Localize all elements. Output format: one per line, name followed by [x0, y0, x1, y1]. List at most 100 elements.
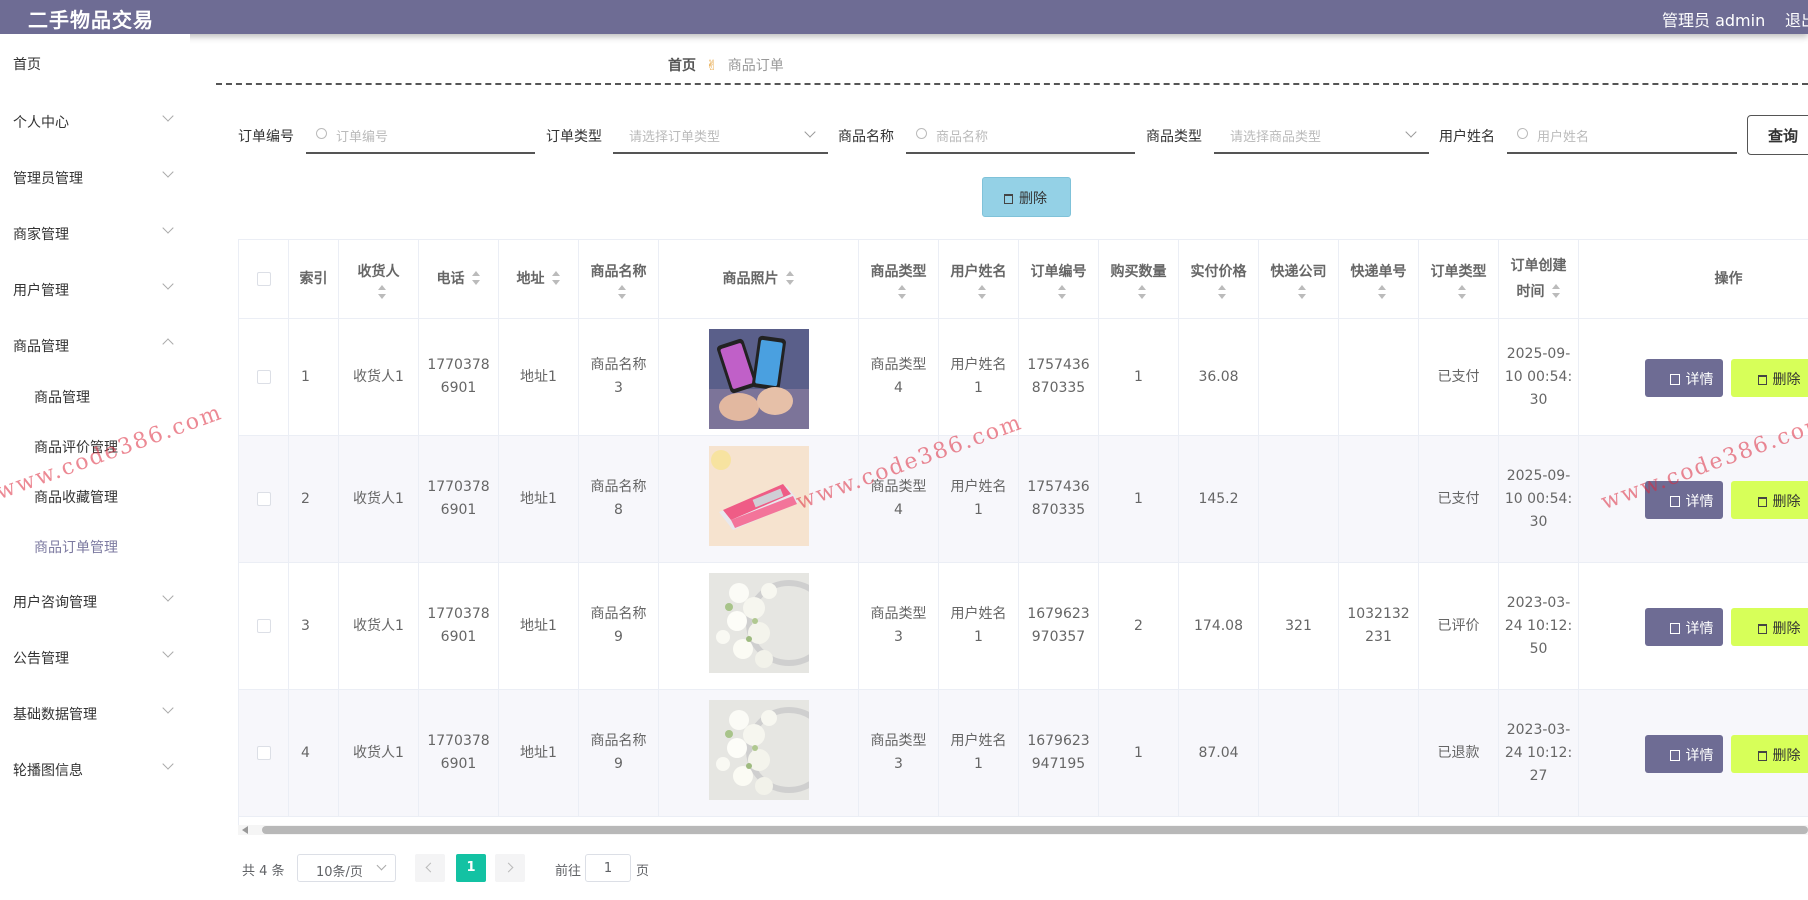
- cell-created: 2023-03- 24 10:12: 27: [1499, 690, 1579, 817]
- cell-tracking: [1339, 319, 1419, 436]
- sort-icon: [551, 271, 561, 285]
- prev-page-button[interactable]: [415, 854, 445, 882]
- checkbox[interactable]: [256, 619, 271, 633]
- cell-address: 地址1: [499, 563, 579, 690]
- delete-button[interactable]: 删除: [1731, 481, 1808, 519]
- detail-button[interactable]: 详情: [1645, 608, 1723, 646]
- sidebar-item-users[interactable]: 用户管理: [13, 280, 69, 300]
- sidebar-item-notices[interactable]: 公告管理: [13, 648, 69, 668]
- sidebar-subitem-favorites[interactable]: 商品收藏管理: [34, 487, 118, 507]
- cell-order-type: 已支付: [1419, 319, 1499, 436]
- header-photo[interactable]: 商品照片: [659, 240, 859, 319]
- delete-button[interactable]: 删除: [1731, 735, 1808, 773]
- breadcrumb-home[interactable]: 首页: [668, 58, 696, 74]
- chevron-down-icon: [162, 278, 174, 290]
- header-receiver[interactable]: 收货人: [339, 240, 419, 319]
- query-button[interactable]: 查询: [1747, 115, 1808, 155]
- page-size-select[interactable]: 10条/页: [297, 854, 396, 882]
- user-name-label: 用户姓名: [1439, 129, 1495, 145]
- product-name-input[interactable]: 商品名称: [906, 118, 1135, 154]
- delete-button[interactable]: 删除: [1731, 359, 1808, 397]
- sort-icon: [1457, 285, 1467, 299]
- user-name-input[interactable]: 用户姓名: [1507, 118, 1737, 154]
- scrollbar-thumb[interactable]: [262, 826, 1808, 834]
- goto-page-input[interactable]: 1: [585, 854, 631, 882]
- row-checkbox-cell: [239, 563, 289, 690]
- logout-link[interactable]: 退出: [1785, 7, 1808, 31]
- cell-product-type: 商品类型 3: [859, 690, 939, 817]
- cell-order-type: 已评价: [1419, 563, 1499, 690]
- page-number-1[interactable]: 1: [456, 854, 486, 882]
- sidebar-subitem-products[interactable]: 商品管理: [34, 387, 90, 407]
- order-type-select[interactable]: 请选择订单类型: [613, 118, 828, 154]
- header-select-all[interactable]: [239, 240, 289, 319]
- checkbox[interactable]: [256, 370, 271, 384]
- sidebar-item-carousel[interactable]: 轮播图信息: [13, 760, 83, 780]
- pagination-total: 共 4 条: [242, 864, 285, 879]
- header-product-name[interactable]: 商品名称: [579, 240, 659, 319]
- batch-delete-button[interactable]: 删除: [982, 177, 1071, 217]
- chevron-down-icon: [376, 860, 387, 871]
- document-icon: [1669, 623, 1680, 634]
- cell-qty: 1: [1099, 319, 1179, 436]
- header-product-type[interactable]: 商品类型: [859, 240, 939, 319]
- sort-icon: [785, 271, 795, 285]
- header-actions: 操作: [1579, 240, 1808, 319]
- header-tracking[interactable]: 快递单号: [1339, 240, 1419, 319]
- chevron-down-icon: [162, 222, 174, 234]
- cell-courier: [1259, 690, 1339, 817]
- header-address[interactable]: 地址: [499, 240, 579, 319]
- header-phone[interactable]: 电话: [419, 240, 499, 319]
- cell-product-type: 商品类型 4: [859, 319, 939, 436]
- order-no-input[interactable]: 订单编号: [306, 118, 535, 154]
- cell-index: 4: [289, 690, 339, 817]
- header-order-type[interactable]: 订单类型: [1419, 240, 1499, 319]
- cell-product-name: 商品名称 3: [579, 319, 659, 436]
- product-name-label: 商品名称: [838, 129, 894, 145]
- delete-button[interactable]: 删除: [1731, 608, 1808, 646]
- horizontal-scrollbar[interactable]: [238, 825, 1808, 835]
- cell-user-name: 用户姓名 1: [939, 690, 1019, 817]
- checkbox[interactable]: [256, 492, 271, 506]
- cell-order-no: 1679623 947195: [1019, 690, 1099, 817]
- cell-receiver: 收货人1: [339, 563, 419, 690]
- actions-cell: 详情 删除: [1579, 563, 1808, 690]
- cell-tracking: 1032132 231: [1339, 563, 1419, 690]
- product-type-select[interactable]: 请选择商品类型: [1214, 118, 1429, 154]
- sort-icon: [1551, 284, 1561, 298]
- sidebar-subitem-orders[interactable]: 商品订单管理: [34, 537, 118, 557]
- cell-index: 3: [289, 563, 339, 690]
- flowers-image: [709, 700, 832, 800]
- header-qty[interactable]: 购买数量: [1099, 240, 1179, 319]
- sidebar-item-home[interactable]: 首页: [13, 54, 41, 74]
- app-title: 二手物品交易: [28, 8, 154, 32]
- header-price[interactable]: 实付价格: [1179, 240, 1259, 319]
- cell-index: 2: [289, 436, 339, 563]
- checkbox[interactable]: [256, 746, 271, 760]
- cell-product-name: 商品名称 8: [579, 436, 659, 563]
- sidebar-item-basedata[interactable]: 基础数据管理: [13, 704, 97, 724]
- header-courier[interactable]: 快递公司: [1259, 240, 1339, 319]
- sidebar-item-consult[interactable]: 用户咨询管理: [13, 592, 97, 612]
- cell-qty: 1: [1099, 690, 1179, 817]
- sidebar-item-merchants[interactable]: 商家管理: [13, 224, 69, 244]
- cell-courier: [1259, 319, 1339, 436]
- header-order-no[interactable]: 订单编号: [1019, 240, 1099, 319]
- header-user-name[interactable]: 用户姓名: [939, 240, 1019, 319]
- chevron-down-icon: [162, 758, 174, 770]
- row-checkbox-cell: [239, 319, 289, 436]
- page-unit-label: 页: [636, 864, 650, 879]
- header-created[interactable]: 订单创建时间: [1499, 240, 1579, 319]
- next-page-button[interactable]: [495, 854, 525, 882]
- trash-icon: [1757, 624, 1767, 634]
- detail-button[interactable]: 详情: [1645, 735, 1723, 773]
- sidebar-item-profile[interactable]: 个人中心: [13, 112, 69, 132]
- chevron-down-icon: [804, 126, 816, 138]
- sidebar-item-products[interactable]: 商品管理: [13, 336, 69, 356]
- row-checkbox-cell: [239, 436, 289, 563]
- checkbox[interactable]: [256, 272, 271, 286]
- detail-button[interactable]: 详情: [1645, 359, 1723, 397]
- sort-icon: [1057, 285, 1067, 299]
- scroll-left-icon[interactable]: [242, 826, 248, 834]
- sidebar-item-admins[interactable]: 管理员管理: [13, 168, 83, 188]
